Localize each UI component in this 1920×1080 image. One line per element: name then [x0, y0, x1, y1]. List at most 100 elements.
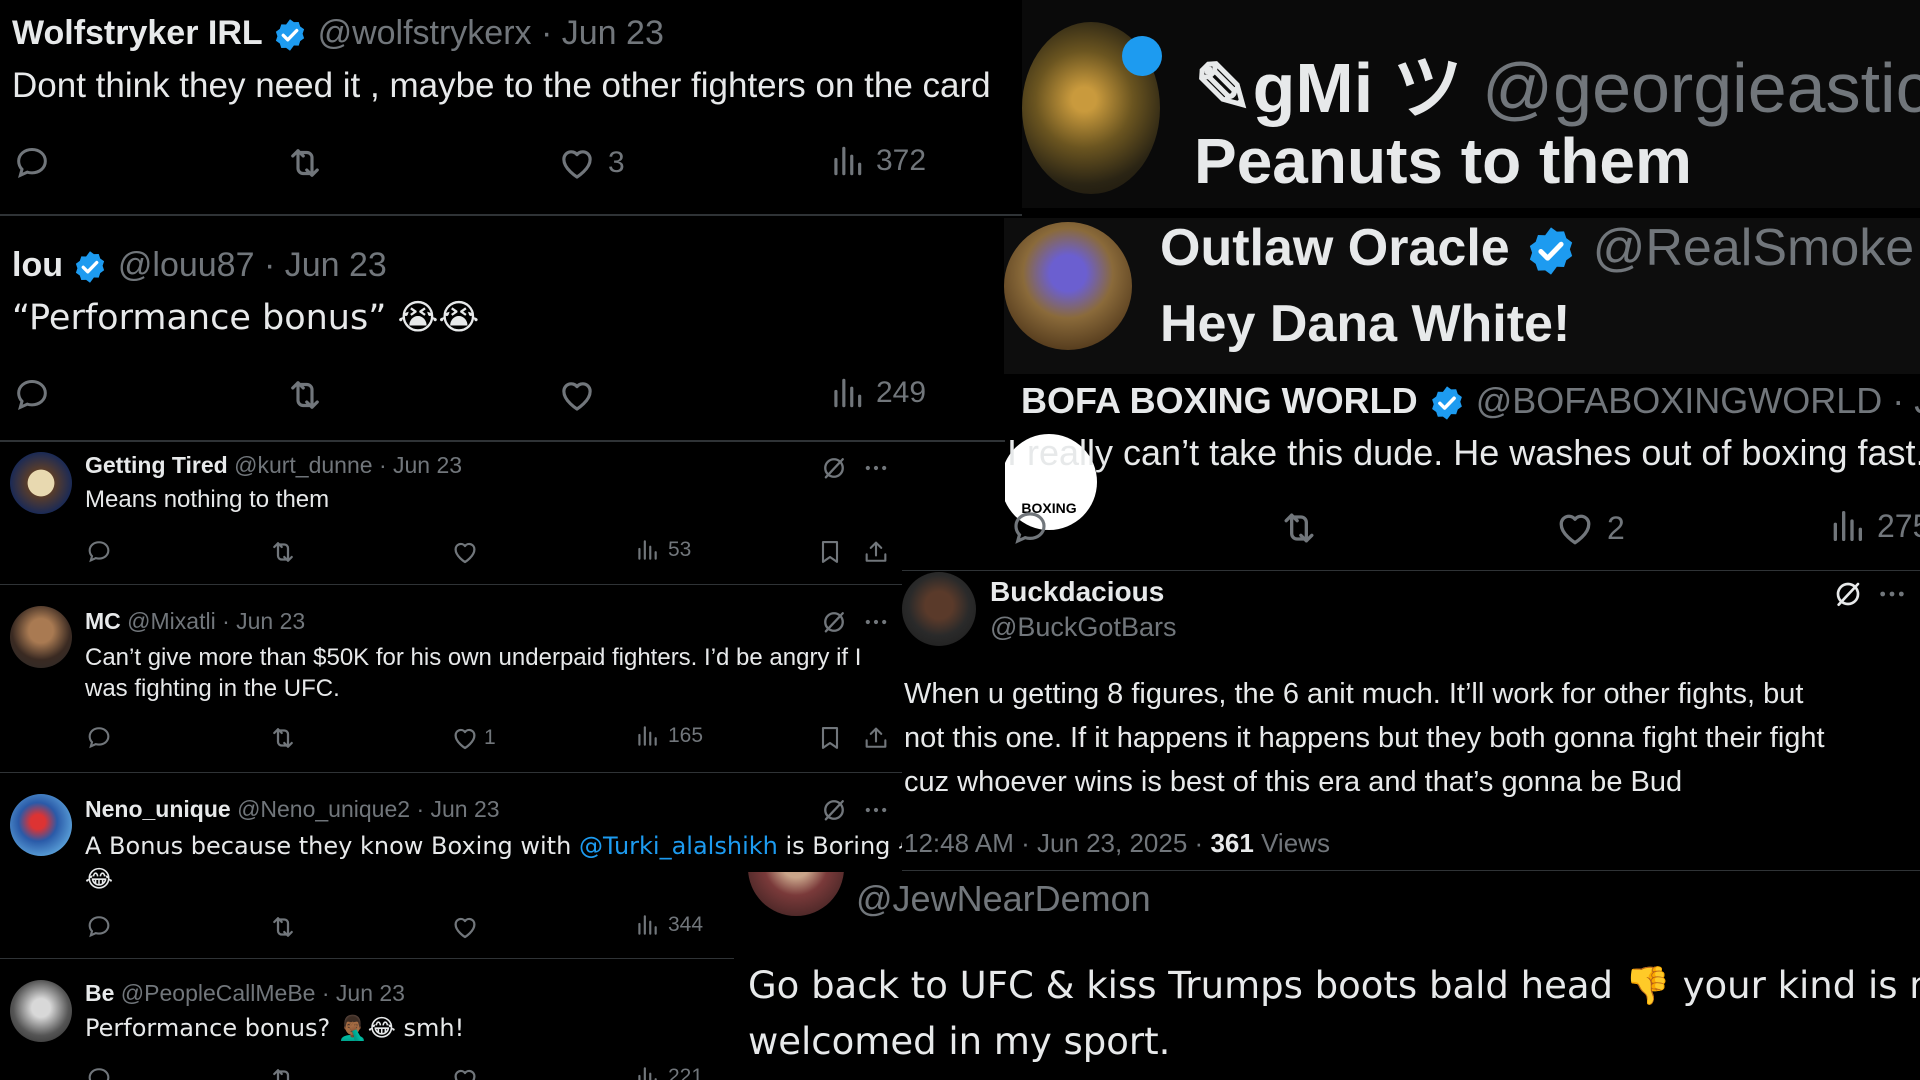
tweet-buckdacious[interactable]: Buckdacious @BuckGotBars When u getting …	[902, 572, 1920, 870]
retweet-button[interactable]	[268, 912, 298, 942]
view-count: 361	[1210, 828, 1254, 858]
author-handle[interactable]: @georgieastic ·	[1482, 49, 1920, 127]
avatar[interactable]	[10, 452, 72, 514]
grok-icon[interactable]	[1832, 578, 1864, 610]
reply-button[interactable]	[85, 1064, 113, 1080]
author-handle[interactable]: @louu87	[118, 246, 255, 284]
views-button[interactable]: 165	[634, 723, 703, 749]
avatar[interactable]	[748, 872, 844, 916]
reply-button[interactable]	[12, 142, 52, 182]
author-handle[interactable]: @Mixatli	[127, 608, 216, 634]
views-label: Views	[1261, 828, 1330, 858]
bookmark-icon[interactable]	[816, 538, 844, 566]
reply-button[interactable]	[85, 723, 113, 751]
more-icon[interactable]	[862, 454, 890, 482]
author-handle[interactable]: @wolfstrykerx	[318, 14, 532, 52]
reply-button[interactable]	[1009, 506, 1051, 548]
tweet-lou[interactable]: lou @louu87 · Jun 23 “Performance bonus”…	[0, 216, 1022, 440]
tweet-text: Performance bonus? 🤦🏾‍♂️😂 smh!	[85, 1014, 465, 1042]
avatar[interactable]	[10, 794, 72, 856]
author-name[interactable]: Neno_unique	[85, 796, 231, 822]
verified-badge-icon	[1524, 224, 1578, 278]
views-button[interactable]: 275	[1827, 506, 1920, 546]
author-handle[interactable]: @Neno_unique2	[237, 796, 410, 822]
reply-button[interactable]	[85, 537, 113, 565]
verified-badge-icon	[272, 17, 308, 53]
like-button[interactable]	[556, 374, 598, 416]
reply-getting-tired[interactable]: Getting Tired @kurt_dunne · Jun 23 Means…	[0, 442, 900, 584]
retweet-icon	[268, 912, 298, 942]
retweet-button[interactable]	[284, 374, 326, 416]
tweet-jewneardemon[interactable]: @JewNearDemon Go back to UFC & kiss Trum…	[734, 872, 1920, 1080]
tweet-date[interactable]: · Jun 23	[416, 796, 499, 822]
views-button[interactable]: 249	[828, 374, 926, 412]
author-name[interactable]: Buckdacious	[990, 576, 1164, 608]
retweet-icon	[268, 537, 298, 567]
retweet-icon	[268, 723, 298, 753]
more-icon[interactable]	[1876, 578, 1908, 610]
tweet-text: “Performance bonus” 😭😭	[12, 298, 480, 338]
author-handle[interactable]: @BuckGotBars	[990, 612, 1176, 643]
share-icon[interactable]	[862, 538, 890, 566]
views-button[interactable]: 53	[634, 537, 691, 563]
reply-button[interactable]	[85, 912, 113, 940]
more-icon[interactable]	[862, 796, 890, 824]
author-name[interactable]: Be	[85, 980, 114, 1006]
tweet-date[interactable]: · Jun 23	[322, 980, 405, 1006]
author-handle[interactable]: @kurt_dunne	[234, 452, 372, 478]
like-button[interactable]	[450, 912, 480, 942]
tweet-date[interactable]: · Jun 23	[264, 246, 387, 284]
retweet-button[interactable]	[284, 142, 326, 184]
avatar[interactable]	[902, 572, 976, 646]
author-name[interactable]: Getting Tired	[85, 452, 228, 478]
mention-link[interactable]: @Turki_alalshikh	[579, 832, 778, 860]
author-name[interactable]: BOFA BOXING WORLD	[1021, 380, 1418, 421]
views-button[interactable]: 372	[828, 142, 926, 180]
author-name[interactable]: ✎gMi ツ	[1194, 49, 1463, 127]
author-handle[interactable]: @BOFABOXINGWORLD · Jun 2	[1476, 380, 1920, 421]
retweet-button[interactable]	[1277, 506, 1321, 550]
author-name[interactable]: Outlaw Oracle	[1160, 219, 1510, 277]
author-handle[interactable]: @JewNearDemon	[856, 878, 1151, 920]
avatar[interactable]	[10, 980, 72, 1042]
tweet-outlaw-oracle[interactable]: Outlaw Oracle @RealSmoke Hey Dana White!	[1004, 218, 1920, 374]
heart-icon	[450, 912, 480, 942]
tweet-text-line: When u getting 8 figures, the 6 anit muc…	[904, 678, 1804, 710]
tweet-wolfstryker[interactable]: Wolfstryker IRL @wolfstrykerx · Jun 23 D…	[0, 0, 1022, 214]
tweet-date[interactable]: · Jun 23	[379, 452, 462, 478]
tweet-georgieastic[interactable]: ✎gMi ツ @georgieastic · Peanuts to them	[1022, 0, 1920, 208]
author-name[interactable]: lou	[12, 246, 63, 284]
like-button[interactable]: 2	[1553, 506, 1625, 550]
tweet-date[interactable]: · Jun 23	[222, 608, 305, 634]
grok-icon[interactable]	[820, 454, 848, 482]
like-button[interactable]: 3	[556, 142, 625, 184]
author-name[interactable]: Wolfstryker IRL	[12, 14, 263, 52]
retweet-button[interactable]	[268, 537, 298, 567]
like-button[interactable]	[450, 1064, 480, 1080]
like-button[interactable]	[450, 537, 480, 567]
retweet-icon	[284, 374, 326, 416]
views-icon	[828, 142, 866, 180]
like-button[interactable]: 1	[450, 723, 496, 753]
tweet-date[interactable]: · Jun 23	[541, 14, 664, 52]
like-count: 3	[608, 146, 625, 179]
reply-button[interactable]	[12, 374, 52, 414]
avatar[interactable]	[1004, 222, 1132, 350]
avatar[interactable]	[10, 606, 72, 668]
author-handle[interactable]: @PeopleCallMeBe	[121, 980, 316, 1006]
tweet-text-part: A Bonus because they know Boxing with	[85, 832, 579, 860]
author-name[interactable]: MC	[85, 608, 121, 634]
tweet-timestamp[interactable]: 12:48 AM · Jun 23, 2025 ·	[904, 828, 1203, 858]
views-button[interactable]: 344	[634, 912, 703, 938]
reply-mc[interactable]: MC @Mixatli · Jun 23 Can’t give more tha…	[0, 586, 900, 772]
tweet-bofa-boxing-world[interactable]: BOXING BOFA BOXING WORLD @BOFABOXINGWORL…	[1005, 376, 1920, 570]
more-icon[interactable]	[862, 608, 890, 636]
grok-icon[interactable]	[820, 608, 848, 636]
author-handle[interactable]: @RealSmoke	[1593, 219, 1915, 277]
views-button[interactable]: 221	[634, 1064, 703, 1080]
grok-icon[interactable]	[820, 796, 848, 824]
bookmark-icon[interactable]	[816, 724, 844, 752]
share-icon[interactable]	[862, 724, 890, 752]
retweet-button[interactable]	[268, 723, 298, 753]
retweet-button[interactable]	[268, 1064, 298, 1080]
